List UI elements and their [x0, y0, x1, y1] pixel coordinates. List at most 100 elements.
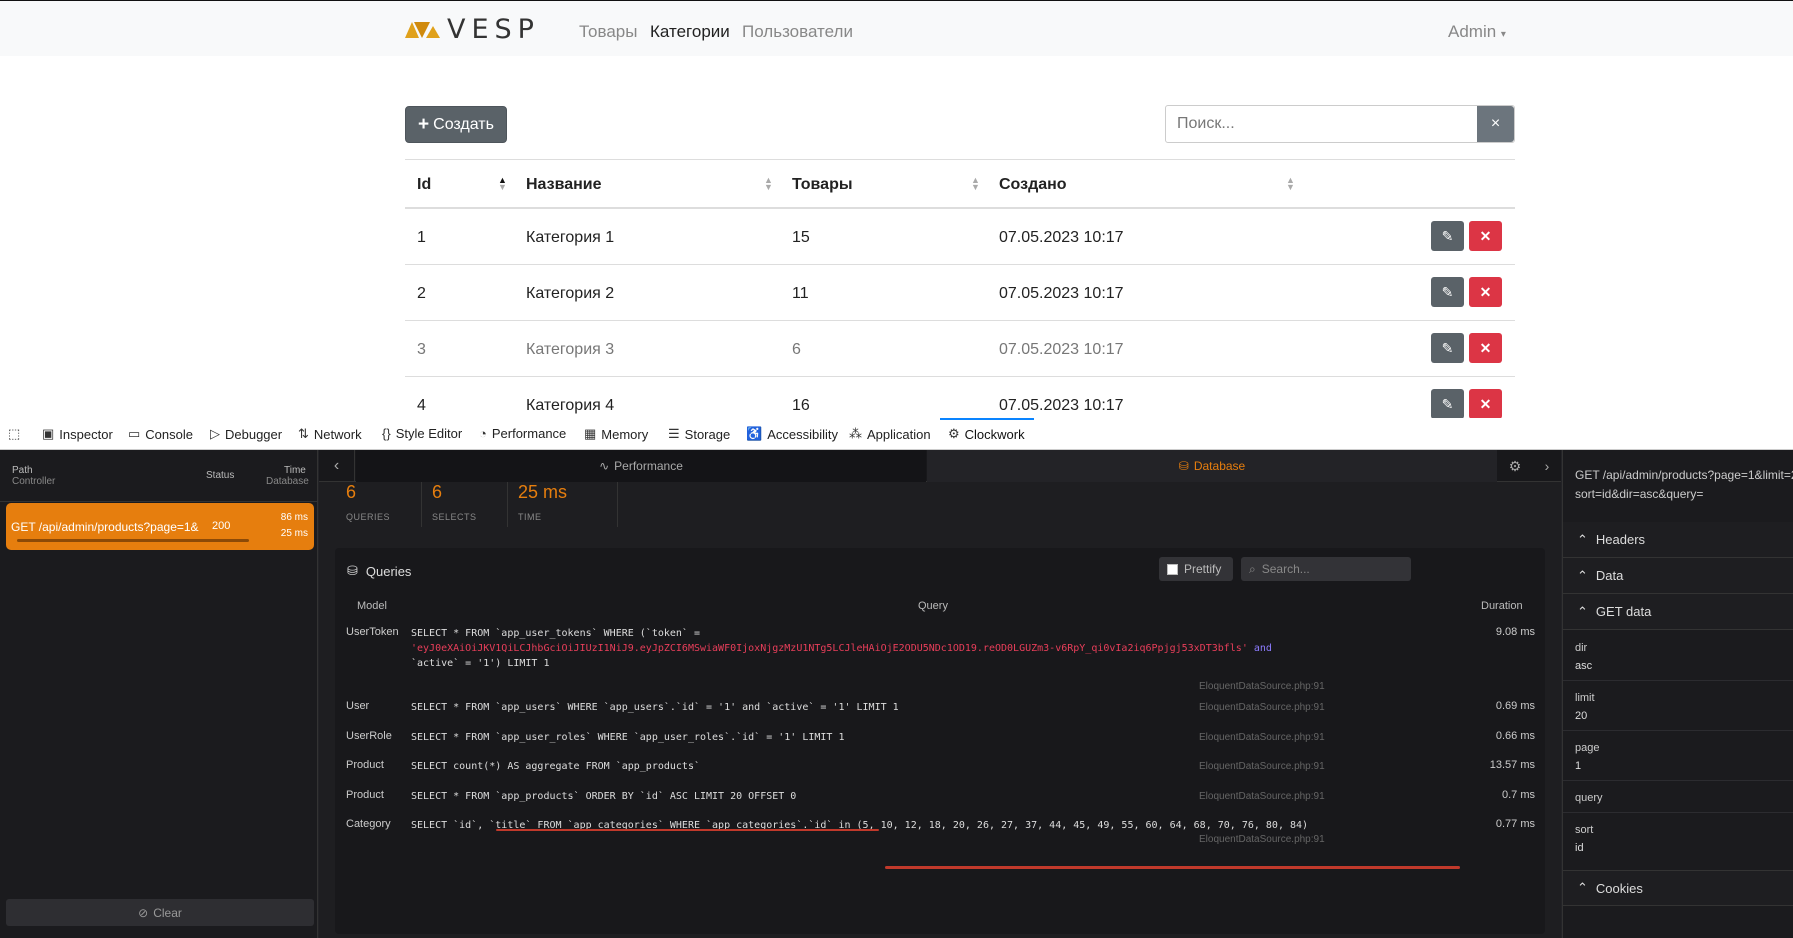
sort-icon[interactable]: ▲ ▼ — [1286, 176, 1295, 192]
gauge-icon: ◔ — [479, 426, 487, 441]
query-duration: 9.08 ms — [1495, 626, 1535, 638]
create-button[interactable]: + Создать — [405, 106, 507, 143]
tab-clockwork[interactable]: ⚙ Clockwork — [948, 426, 1025, 442]
tab-inspector[interactable]: ▣ Inspector — [42, 426, 113, 442]
edit-icon: ✎ — [1441, 227, 1454, 244]
clockwork-subtabs: ‹ ∿ Performance ⛁ Database ⚙ › — [319, 450, 1561, 482]
create-button-label: Создать — [433, 115, 494, 133]
header-created[interactable]: Создано — [999, 176, 1067, 194]
storage-icon: ☰ — [668, 426, 680, 441]
query-file[interactable]: EloquentDataSource.php:91 — [1199, 791, 1325, 802]
sort-icon[interactable]: ▲ ▼ — [971, 176, 980, 192]
logo-text: VESP — [447, 14, 540, 45]
devtools-tabbar: ⬚ ▣ Inspector ▭ Console ▷ Debugger ⇅ Network… — [0, 418, 1793, 450]
request-item[interactable]: GET /api/admin/products?page=1&limit=20 … — [6, 503, 314, 550]
tab-debugger[interactable]: ▷ Debugger — [210, 426, 282, 442]
queries-search[interactable]: ⌕ Search... — [1241, 557, 1411, 581]
element-picker-icon[interactable]: ⬚ — [8, 426, 20, 442]
cell-title: Категория 2 — [526, 285, 615, 302]
clear-button[interactable]: ⊘ Clear — [6, 899, 314, 926]
logo[interactable]: VESP — [405, 14, 540, 45]
nav-link-categories[interactable]: Категории — [650, 22, 730, 42]
section-data-label: Data — [1595, 568, 1624, 583]
tab-application-label: Application — [867, 426, 931, 442]
stat-queries: 6 QUERIES — [336, 482, 422, 527]
subtab-database-label: Database — [1193, 459, 1246, 473]
cell-id: 1 — [417, 229, 426, 246]
cell-created: 07.05.2023 10:17 — [999, 397, 1124, 414]
query-file[interactable]: EloquentDataSource.php:91 — [1199, 834, 1325, 845]
delete-button[interactable]: ✕ — [1469, 277, 1502, 307]
query-file[interactable]: EloquentDataSource.php:91 — [1199, 702, 1325, 713]
section-get-data[interactable]: ⌃ GET data — [1563, 594, 1793, 630]
delete-button[interactable]: ✕ — [1469, 389, 1502, 418]
query-model: Product — [346, 789, 384, 801]
request-url: GET /api/admin/products?page=1&limit=20&… — [1575, 466, 1793, 504]
tab-network[interactable]: ⇅ Network — [298, 426, 362, 442]
header-id[interactable]: Id — [417, 176, 431, 194]
edit-button[interactable]: ✎ — [1431, 389, 1464, 418]
accessibility-icon: ♿ — [746, 426, 763, 441]
tab-style-editor[interactable]: {} Style Editor — [382, 426, 462, 441]
header-products[interactable]: Товары — [792, 176, 853, 194]
get-value: id — [1575, 842, 1584, 854]
tab-performance[interactable]: ◔ Performance — [479, 426, 566, 441]
section-headers-label: Headers — [1595, 532, 1646, 547]
tab-application[interactable]: ⁂ Application — [849, 426, 931, 442]
prettify-toggle[interactable]: Prettify — [1159, 557, 1233, 581]
section-cookies[interactable]: ⌃ Cookies — [1563, 870, 1793, 906]
tab-clockwork-label: Clockwork — [964, 426, 1025, 442]
query-duration: 0.66 ms — [1495, 730, 1535, 742]
edit-button[interactable]: ✎ — [1431, 221, 1464, 251]
search-icon: ⌕ — [1249, 561, 1256, 576]
table-row: 2 Категория 2 11 07.05.2023 10:17 ✎ ✕ — [405, 265, 1515, 321]
search-input[interactable] — [1166, 106, 1479, 142]
tab-memory[interactable]: ▦ Memory — [584, 426, 648, 442]
get-key: limit — [1575, 692, 1595, 704]
tab-storage[interactable]: ☰ Storage — [668, 426, 730, 442]
braces-icon: {} — [382, 426, 391, 441]
close-icon: ✕ — [1479, 283, 1492, 300]
nav-link-users[interactable]: Пользователи — [742, 22, 853, 42]
chevron-right-icon[interactable]: › — [1545, 458, 1550, 474]
stat-selects-value: 6 — [432, 482, 443, 502]
request-status: 200 — [212, 520, 231, 532]
gear-icon[interactable]: ⚙ — [1509, 458, 1522, 475]
search-group: × — [1165, 105, 1515, 143]
chevron-left-icon[interactable]: ‹ — [319, 450, 355, 482]
cell-created: 07.05.2023 10:17 — [999, 341, 1124, 358]
stat-time-value: 25 ms — [518, 482, 568, 502]
request-path: GET /api/admin/products?page=1&limit=20 — [11, 520, 199, 534]
subtab-performance[interactable]: ∿ Performance — [356, 450, 926, 482]
section-headers[interactable]: ⌃ Headers — [1563, 522, 1793, 558]
nav-link-products[interactable]: Товары — [579, 22, 637, 42]
section-data[interactable]: ⌃ Data — [1563, 558, 1793, 594]
gear-icon: ⚙ — [948, 426, 960, 441]
delete-button[interactable]: ✕ — [1469, 333, 1502, 363]
sort-icon[interactable]: ▲ ▼ — [764, 176, 773, 192]
sort-icon[interactable]: ▲ ▼ — [498, 176, 507, 192]
queries-panel: ⛁ Queries Prettify ⌕ Search... Model Query… — [335, 548, 1545, 934]
stat-queries-value: 6 — [346, 482, 357, 502]
prettify-checkbox[interactable] — [1167, 563, 1178, 575]
subtab-database[interactable]: ⛁ Database — [927, 450, 1497, 482]
query-file[interactable]: EloquentDataSource.php:91 — [1199, 732, 1325, 743]
time-label: Time — [284, 465, 306, 476]
query-model: Product — [346, 759, 384, 771]
cell-products: 16 — [792, 397, 810, 414]
delete-button[interactable]: ✕ — [1469, 221, 1502, 251]
header-title[interactable]: Название — [526, 176, 602, 194]
tab-console[interactable]: ▭ Console — [128, 426, 193, 442]
admin-dropdown[interactable]: Admin ▾ — [1448, 22, 1506, 42]
edit-button[interactable]: ✎ — [1431, 333, 1464, 363]
edit-icon: ✎ — [1441, 339, 1454, 356]
tab-style-editor-label: Style Editor — [395, 426, 463, 441]
search-clear-button[interactable]: × — [1477, 106, 1514, 142]
query-file[interactable]: EloquentDataSource.php:91 — [1199, 681, 1325, 692]
requests-sidebar: Path Controller Status Time Database GET… — [0, 450, 318, 938]
query-sql: SELECT * FROM `app_user_tokens` WHERE (`… — [411, 626, 1401, 671]
tab-accessibility[interactable]: ♿ Accessibility — [746, 426, 838, 442]
query-file[interactable]: EloquentDataSource.php:91 — [1199, 761, 1325, 772]
edit-button[interactable]: ✎ — [1431, 277, 1464, 307]
request-time: 86 ms — [280, 512, 308, 523]
